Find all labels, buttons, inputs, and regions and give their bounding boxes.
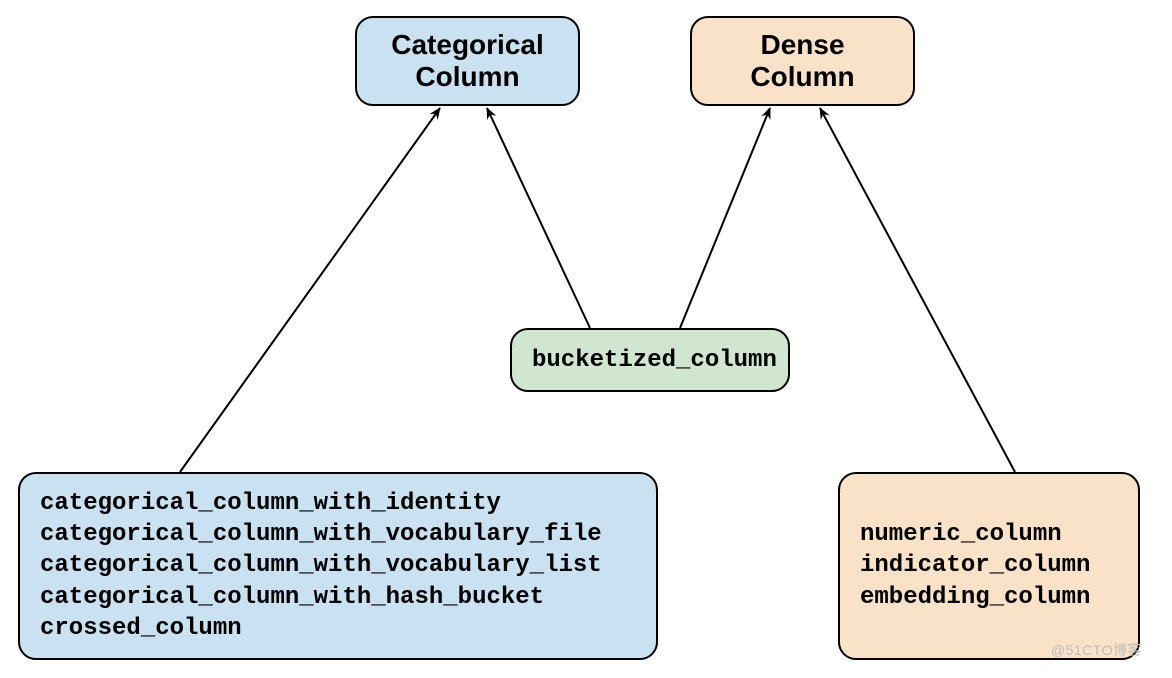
- edge-bucketized-to-dense: [680, 108, 770, 328]
- categorical-list-item-1: categorical_column_with_vocabulary_file: [40, 519, 636, 550]
- edge-bucketized-to-categorical: [487, 108, 590, 328]
- edge-denselist-to-dense: [820, 108, 1015, 472]
- bucketized-label: bucketized_column: [532, 347, 768, 374]
- node-categorical-list: categorical_column_with_identity categor…: [18, 472, 658, 660]
- dense-list-item-2: embedding_column: [860, 582, 1118, 613]
- categorical-list-item-0: categorical_column_with_identity: [40, 488, 636, 519]
- categorical-header-line1: Categorical: [377, 29, 558, 61]
- categorical-list-item-2: categorical_column_with_vocabulary_list: [40, 550, 636, 581]
- categorical-header-line2: Column: [377, 61, 558, 93]
- node-dense-header: Dense Column: [690, 16, 915, 106]
- node-categorical-header: Categorical Column: [355, 16, 580, 106]
- categorical-list-item-4: crossed_column: [40, 613, 636, 644]
- edge-catlist-to-categorical: [180, 108, 440, 472]
- dense-header-line2: Column: [712, 61, 893, 93]
- diagram-stage: Categorical Column Dense Column bucketiz…: [0, 0, 1172, 678]
- dense-list-item-0: numeric_column: [860, 519, 1118, 550]
- categorical-list-item-3: categorical_column_with_hash_bucket: [40, 582, 636, 613]
- dense-list-item-1: indicator_column: [860, 550, 1118, 581]
- watermark-text: @51CTO博客: [1051, 640, 1142, 660]
- node-dense-list: numeric_column indicator_column embeddin…: [838, 472, 1140, 660]
- dense-header-line1: Dense: [712, 29, 893, 61]
- node-bucketized: bucketized_column: [510, 328, 790, 392]
